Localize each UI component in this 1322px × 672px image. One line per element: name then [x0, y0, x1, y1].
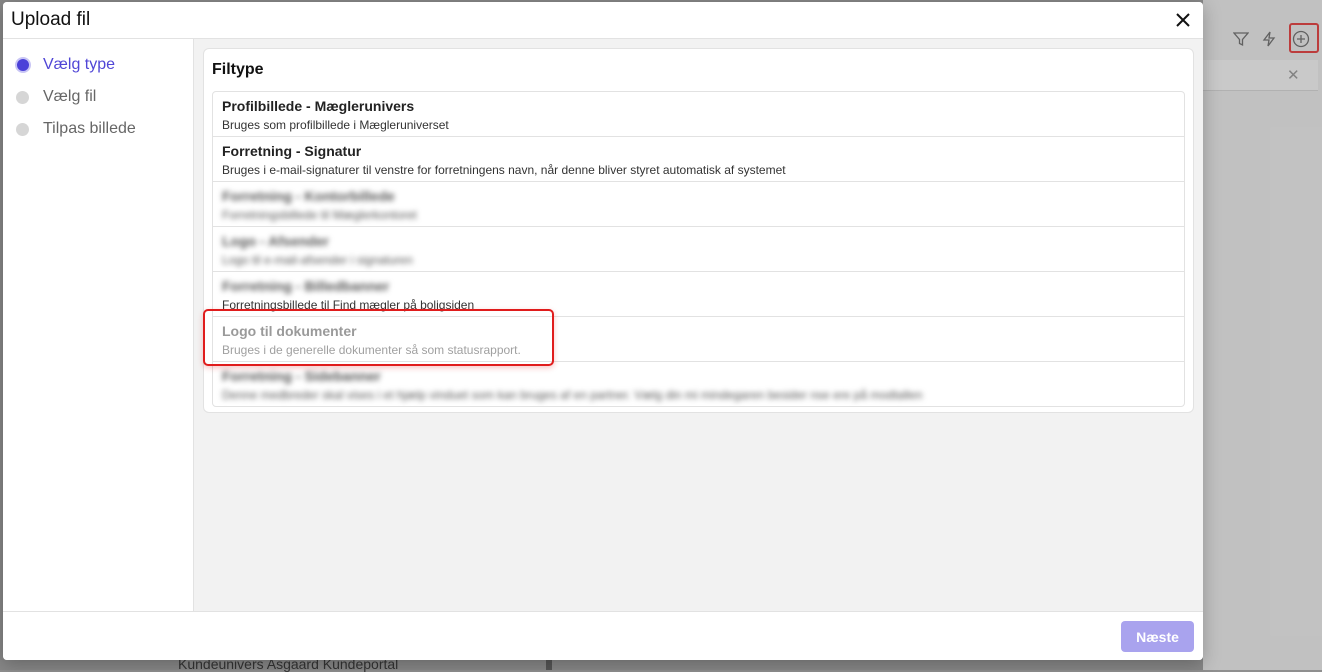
filetype-card: Filtype Profilbillede - Mæglerunivers Br… [203, 48, 1194, 413]
filetype-option-desc: Denne medbreder skal vises i et hjælp vi… [222, 388, 923, 402]
filetype-option-title: Forretning - Signatur [222, 143, 362, 159]
filetype-option-desc: Bruges i e-mail-signaturer til venstre f… [222, 163, 786, 177]
filetype-option[interactable]: Logo - Afsender Logo til e-mail-afsender… [213, 227, 1184, 272]
filetype-heading: Filtype [212, 61, 264, 78]
filetype-option-title: Logo - Afsender [222, 233, 329, 249]
modal-header: Upload fil [3, 2, 1203, 39]
step-choose-type[interactable]: Vælg type [3, 49, 193, 81]
step-label: Vælg type [43, 56, 116, 73]
filetype-list: Profilbillede - Mæglerunivers Bruges som… [212, 91, 1185, 407]
upload-file-modal: Upload fil Vælg type Vælg fil Tilpas bil… [3, 2, 1203, 660]
next-button[interactable]: Næste [1121, 621, 1194, 652]
filetype-option[interactable]: Profilbillede - Mæglerunivers Bruges som… [213, 92, 1184, 137]
step-indicator-icon [16, 90, 29, 104]
filetype-option-desc: Bruges i de generelle dokumenter så som … [222, 343, 521, 357]
filetype-option[interactable]: Forretning - Sidebanner Denne medbreder … [213, 362, 1184, 406]
filetype-option[interactable]: Forretning - Billedbanner Forretningsbil… [213, 272, 1184, 317]
step-choose-file[interactable]: Vælg fil [3, 81, 193, 113]
filetype-option-title: Forretning - Sidebanner [222, 368, 381, 384]
filetype-option-desc: Forretningsbillede til Mæglerkontoret [222, 208, 417, 222]
filetype-option-title: Profilbillede - Mæglerunivers [222, 98, 415, 114]
step-list: Vælg type Vælg fil Tilpas billede [3, 39, 194, 612]
background-divider [546, 660, 552, 670]
filetype-option-title: Forretning - Kontorbillede [222, 188, 395, 204]
filetype-option-title: Forretning - Billedbanner [222, 278, 390, 294]
step-adjust-image[interactable]: Tilpas billede [3, 113, 193, 145]
modal-footer: Næste [3, 611, 1203, 660]
modal-title: Upload fil [11, 9, 91, 30]
filetype-option-title: Logo til dokumenter [222, 323, 357, 339]
filetype-option-desc: Forretningsbillede til Find mægler på bo… [222, 298, 475, 312]
filetype-option[interactable]: Forretning - Signatur Bruges i e-mail-si… [213, 137, 1184, 182]
modal-body: Vælg type Vælg fil Tilpas billede Filtyp… [3, 39, 1203, 612]
filetype-option-selected[interactable]: Logo til dokumenter Bruges i de generell… [213, 317, 1184, 362]
close-icon[interactable] [1171, 8, 1195, 32]
filetype-option-desc: Bruges som profilbillede i Mæglerunivers… [222, 118, 449, 132]
step-indicator-icon [15, 57, 31, 73]
filetype-option-desc: Logo til e-mail-afsender i signaturen [222, 253, 413, 267]
step-label: Vælg fil [43, 88, 97, 105]
filetype-content: Filtype Profilbillede - Mæglerunivers Br… [194, 39, 1203, 612]
filetype-option[interactable]: Forretning - Kontorbillede Forretningsbi… [213, 182, 1184, 227]
step-label: Tilpas billede [43, 120, 136, 137]
step-indicator-icon [16, 122, 29, 136]
